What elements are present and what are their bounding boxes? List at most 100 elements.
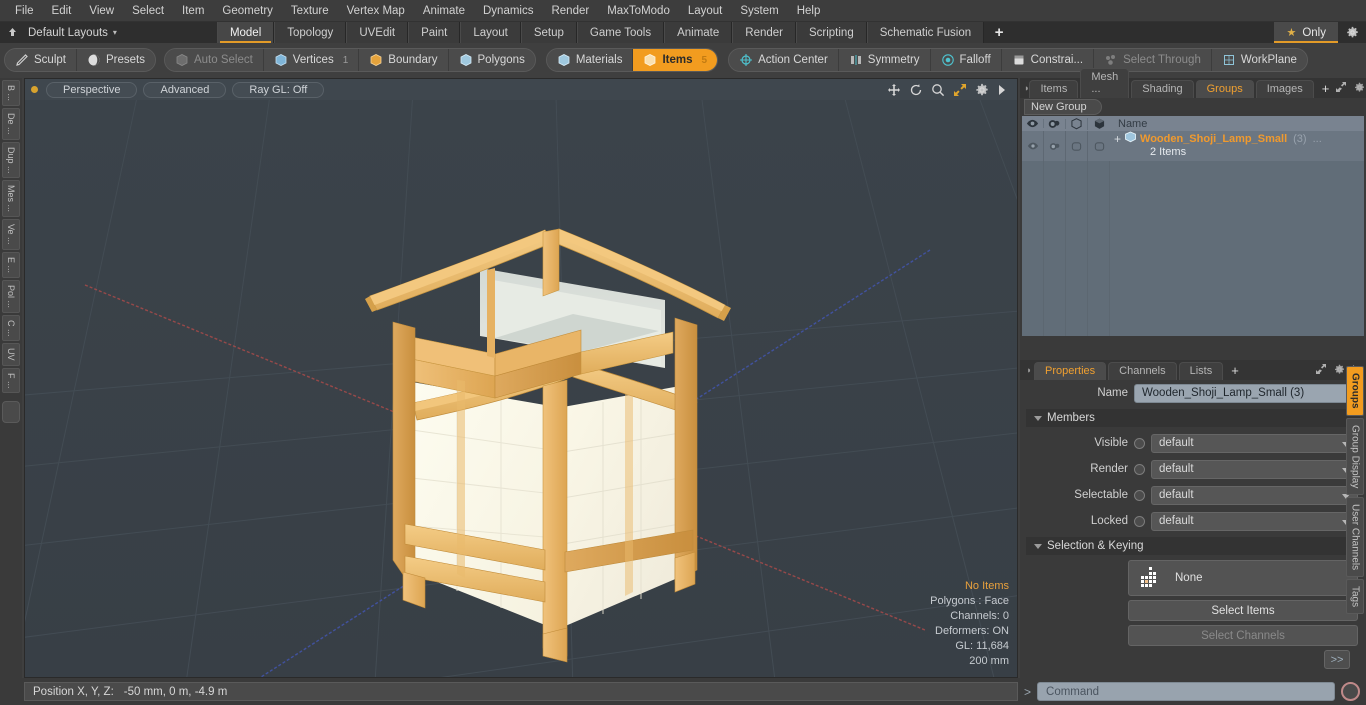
items-button[interactable]: Items 5	[633, 49, 718, 71]
gear-icon[interactable]	[1338, 22, 1366, 43]
default-layouts-dropdown[interactable]: Default Layouts ▾	[24, 22, 127, 43]
tree-expander-icon[interactable]: +	[1114, 133, 1121, 145]
layout-tab-paint[interactable]: Paint	[408, 22, 461, 43]
left-tab-deform[interactable]: De ...	[2, 108, 20, 140]
left-tab-uv[interactable]: UV	[2, 343, 20, 366]
tab-mesh[interactable]: Mesh ...	[1080, 68, 1130, 98]
tab-items[interactable]: Items	[1029, 80, 1079, 98]
presets-button[interactable]: Presets	[76, 49, 155, 71]
layout-tab-game-tools[interactable]: Game Tools	[576, 22, 665, 43]
left-tool-extra-button[interactable]	[2, 401, 20, 424]
row-select-toggle[interactable]	[1066, 131, 1088, 161]
tree-empty-area[interactable]	[1022, 161, 1364, 336]
table-row[interactable]: + Wooden_Shoji_Lamp_Small (3) ... 2 Item…	[1022, 131, 1364, 161]
layout-tab-model[interactable]: Model	[216, 22, 275, 43]
more-button[interactable]: >>	[1324, 650, 1350, 669]
viewport-canvas[interactable]: Y X Z	[25, 100, 1017, 677]
add-panel-tab-button[interactable]: +	[1316, 79, 1336, 98]
vertices-button[interactable]: Vertices 1	[263, 49, 360, 71]
group-item-tree[interactable]: Name + Wooden_Shoji_Lamp_Small (3) ... 2…	[1022, 116, 1364, 336]
tree-item-cell[interactable]: + Wooden_Shoji_Lamp_Small (3) ... 2 Item…	[1110, 131, 1364, 161]
keyset-dropdown[interactable]: None	[1128, 560, 1358, 596]
layout-tab-layout[interactable]: Layout	[460, 22, 521, 43]
expand-panel-icon[interactable]	[1335, 81, 1347, 96]
select-channels-button[interactable]: Select Channels	[1128, 625, 1358, 646]
fit-icon[interactable]	[953, 83, 967, 97]
menu-item-edit[interactable]: Edit	[43, 1, 81, 21]
locked-state-dot[interactable]	[1134, 515, 1145, 527]
left-tab-duplicate[interactable]: Dup ...	[2, 141, 20, 179]
play-icon[interactable]	[997, 84, 1007, 96]
left-tab-mesh-edit[interactable]: Mes ...	[2, 180, 20, 218]
layout-tab-topology[interactable]: Topology	[274, 22, 347, 43]
row-lock-toggle[interactable]	[1088, 131, 1110, 161]
sculpt-button[interactable]: Sculpt	[5, 49, 77, 71]
members-section-header[interactable]: Members	[1026, 409, 1360, 427]
selectable-dropdown[interactable]: default	[1151, 485, 1358, 505]
side-tab-tags[interactable]: Tags	[1346, 579, 1364, 615]
menu-item-texture[interactable]: Texture	[282, 1, 338, 21]
constraint-button[interactable]: Constrai...	[1001, 49, 1095, 71]
tab-groups[interactable]: Groups	[1195, 80, 1254, 98]
polygons-button[interactable]: Polygons	[448, 49, 535, 71]
layout-tab-render[interactable]: Render	[732, 22, 796, 43]
new-group-button[interactable]: New Group	[1024, 99, 1102, 115]
move-icon[interactable]	[887, 83, 901, 97]
properties-menu-dot-icon[interactable]: ◗	[1024, 360, 1034, 380]
visible-state-dot[interactable]	[1134, 437, 1145, 449]
layout-tab-setup[interactable]: Setup	[520, 22, 577, 43]
menu-item-item[interactable]: Item	[173, 1, 213, 21]
layout-tab-uvedit[interactable]: UVEdit	[346, 22, 409, 43]
left-tab-fusion[interactable]: F ...	[2, 367, 20, 394]
render-state-dot[interactable]	[1134, 463, 1145, 475]
boundary-button[interactable]: Boundary	[359, 49, 449, 71]
menu-item-file[interactable]: File	[6, 1, 43, 21]
menu-item-layout[interactable]: Layout	[679, 1, 732, 21]
materials-button[interactable]: Materials	[546, 49, 634, 71]
side-tab-groups[interactable]: Groups	[1346, 366, 1364, 416]
menu-item-render[interactable]: Render	[542, 1, 598, 21]
left-tab-polygon[interactable]: Pol ...	[2, 279, 20, 313]
menu-item-select[interactable]: Select	[123, 1, 173, 21]
only-toggle-button[interactable]: ★ Only	[1274, 22, 1338, 43]
name-input[interactable]: Wooden_Shoji_Lamp_Small (3)	[1134, 383, 1358, 403]
tab-shading[interactable]: Shading	[1131, 80, 1194, 98]
viewport-raygl-dropdown[interactable]: Ray GL: Off	[232, 81, 325, 98]
rotate-icon[interactable]	[909, 83, 923, 97]
command-input[interactable]: Command	[1037, 682, 1335, 701]
action-center-button[interactable]: Action Center	[729, 49, 839, 71]
viewport-projection-dropdown[interactable]: Perspective	[46, 81, 138, 98]
add-properties-tab-button[interactable]: +	[1225, 361, 1245, 380]
auto-select-button[interactable]: Auto Select	[164, 49, 264, 71]
menu-item-animate[interactable]: Animate	[414, 1, 474, 21]
tab-lists[interactable]: Lists	[1178, 362, 1224, 380]
layout-tab-animate[interactable]: Animate	[664, 22, 733, 43]
selectable-state-dot[interactable]	[1134, 489, 1145, 501]
gear-icon[interactable]	[1354, 82, 1365, 96]
row-eye-toggle[interactable]	[1022, 131, 1044, 161]
home-arrow-icon[interactable]	[0, 22, 24, 43]
locked-dropdown[interactable]: default	[1151, 511, 1358, 531]
symmetry-button[interactable]: Symmetry	[838, 49, 931, 71]
menu-item-system[interactable]: System	[731, 1, 787, 21]
add-layout-tab-button[interactable]: +	[984, 22, 1015, 43]
gear-icon[interactable]	[975, 83, 989, 97]
workplane-button[interactable]: WorkPlane	[1211, 49, 1307, 71]
viewport-menu-dot-icon[interactable]	[31, 86, 38, 93]
zoom-icon[interactable]	[931, 83, 945, 97]
render-dropdown[interactable]: default	[1151, 459, 1358, 479]
viewport-3d[interactable]: Perspective Advanced Ray GL: Off No Item…	[24, 78, 1018, 678]
menu-item-help[interactable]: Help	[788, 1, 830, 21]
left-tab-vertex[interactable]: Ve ...	[2, 219, 20, 250]
left-tab-basic[interactable]: B ...	[2, 80, 20, 107]
viewport-shading-dropdown[interactable]: Advanced	[143, 81, 227, 98]
menu-item-dynamics[interactable]: Dynamics	[474, 1, 542, 21]
side-tab-group-display[interactable]: Group Display	[1346, 417, 1364, 495]
falloff-button[interactable]: Falloff	[930, 49, 1002, 71]
left-tab-curve[interactable]: C ...	[2, 314, 20, 342]
layout-tab-schematic-fusion[interactable]: Schematic Fusion	[866, 22, 985, 43]
visible-dropdown[interactable]: default	[1151, 433, 1358, 453]
selection-keying-section-header[interactable]: Selection & Keying	[1026, 537, 1360, 555]
menu-item-geometry[interactable]: Geometry	[213, 1, 282, 21]
side-tab-user-channels[interactable]: User Channels	[1346, 496, 1364, 578]
